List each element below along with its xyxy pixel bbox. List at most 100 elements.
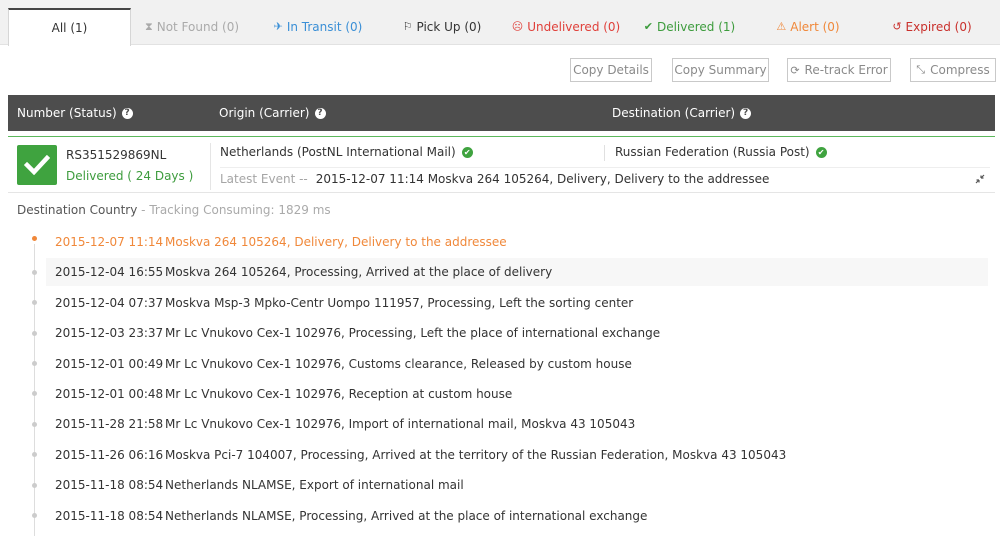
timeline-dot [32,422,37,427]
timeline-event: 2015-12-04 07:37 Moskva Msp-3 Mpko-Centr… [46,289,988,317]
destination-country-heading: Destination Country - Tracking Consuming… [17,203,331,217]
tab-not-found[interactable]: ⧗ Not Found (0) [131,8,253,45]
timeline-event: 2015-12-01 00:49 Mr Lc Vnukovo Cex-1 102… [46,350,988,378]
tab-delivered-label: Delivered (1) [656,19,736,34]
help-icon[interactable]: ? [314,107,326,119]
timeline-event: 2015-11-28 21:58 Mr Lc Vnukovo Cex-1 102… [46,410,988,438]
copy-summary-button[interactable]: Copy Summary [672,58,769,82]
timeline-event: 2015-12-03 23:37 Mr Lc Vnukovo Cex-1 102… [46,319,988,347]
separator: - [137,203,150,217]
event-description: Mr Lc Vnukovo Cex-1 102976, Import of in… [165,417,636,431]
timeline-event: 2015-11-26 06:16 Moskva Pci-7 104007, Pr… [46,441,988,469]
tracking-consuming: Tracking Consuming: 1829 ms [149,203,331,217]
tab-expired-label: Expired (0) [905,19,972,34]
event-date: 2015-12-04 07:37 [55,296,164,310]
event-description: Moskva 264 105264, Delivery, Delivery to… [165,235,507,249]
tab-all-label: All (1) [51,21,88,35]
latest-event-value: 2015-12-07 11:14 Moskva 264 105264, Deli… [315,172,770,186]
tracking-number[interactable]: RS351529869NL [66,148,166,162]
event-date: 2015-11-18 08:54 [55,509,164,523]
tracking-record[interactable]: RS351529869NL Delivered ( 24 Days ) Neth… [8,136,995,193]
origin-carrier: Netherlands (PostNL International Mail) … [220,145,473,159]
event-date: 2015-11-28 21:58 [55,417,164,431]
event-date: 2015-12-07 11:14 [55,235,164,249]
event-description: Mr Lc Vnukovo Cex-1 102976, Customs clea… [165,357,632,371]
latest-event-label: Latest Event -- [220,172,308,186]
destination-country-label: Destination Country [17,203,138,217]
table-header: Number (Status) ? Origin (Carrier) ? Des… [8,95,995,131]
copy-summary-label: Copy Summary [674,63,767,77]
copy-details-label: Copy Details [573,63,649,77]
timeline-event: 2015-12-07 11:14 Moskva 264 105264, Deli… [46,228,988,256]
header-destination-label: Destination (Carrier) [612,106,736,120]
sad-face-icon: ☹ [511,20,524,33]
refresh-icon: ⟳ [790,63,800,77]
retrack-error-button[interactable]: ⟳ Re-track Error [787,58,891,82]
tab-alert-label: Alert (0) [790,19,840,34]
event-description: Mr Lc Vnukovo Cex-1 102976, Reception at… [165,387,513,401]
event-description: Moskva Msp-3 Mpko-Centr Uompo 111957, Pr… [165,296,634,310]
help-icon[interactable]: ? [121,107,133,119]
history-icon: ↺ [892,20,902,33]
divider [210,143,211,190]
flag-icon: ⚐ [402,20,413,33]
collapse-icon[interactable] [975,174,985,184]
retrack-error-label: Re-track Error [804,63,888,77]
event-date: 2015-12-03 23:37 [55,326,164,340]
timeline-event: 2015-11-18 08:54 Netherlands NLAMSE, Exp… [46,471,988,499]
timeline-dot [32,361,37,366]
timeline-line [34,244,35,536]
plane-icon: ✈ [273,20,283,33]
timeline-dot [32,391,37,396]
help-icon[interactable]: ? [740,107,752,119]
tab-undelivered-label: Undelivered (0) [527,19,621,34]
status-tab-bar: All (1) ⧗ Not Found (0) ✈ In Transit (0)… [0,0,1000,46]
copy-details-button[interactable]: Copy Details [570,58,652,82]
verified-icon: ✔ [815,146,827,158]
timeline-dot [32,236,37,241]
check-icon: ✔ [643,20,653,33]
event-date: 2015-12-01 00:49 [55,357,164,371]
event-description: Netherlands NLAMSE, Export of internatio… [165,478,464,492]
verified-icon: ✔ [461,146,473,158]
header-number: Number (Status) ? [17,95,133,131]
tab-all[interactable]: All (1) [8,8,131,46]
destination-carrier: Russian Federation (Russia Post) ✔ [615,145,827,159]
tab-not-found-label: Not Found (0) [156,19,240,34]
tab-delivered[interactable]: ✔ Delivered (1) [631,8,748,45]
timeline-dot [32,300,37,305]
header-origin: Origin (Carrier) ? [219,95,326,131]
compress-label: Compress [930,63,990,77]
tab-undelivered[interactable]: ☹ Undelivered (0) [501,8,631,45]
timeline-dot [32,483,37,488]
origin-carrier-label: Netherlands (PostNL International Mail) [220,145,456,159]
latest-event: Latest Event -- 2015-12-07 11:14 Moskva … [220,172,769,186]
timeline-event: 2015-11-18 08:54 Netherlands NLAMSE, Pro… [46,502,988,530]
hourglass-icon: ⧗ [144,19,153,33]
header-destination: Destination (Carrier) ? [612,95,752,131]
delivery-status: Delivered ( 24 Days ) [66,169,194,183]
event-date: 2015-12-04 16:55 [55,265,164,279]
timeline-dot [32,331,37,336]
destination-carrier-label: Russian Federation (Russia Post) [615,145,810,159]
divider [604,145,605,161]
timeline-dot [32,270,37,275]
header-number-label: Number (Status) [17,106,117,120]
tab-alert[interactable]: ⚠ Alert (0) [748,8,868,45]
timeline-event: 2015-12-04 16:55 Moskva 264 105264, Proc… [46,258,988,286]
tab-in-transit[interactable]: ✈ In Transit (0) [253,8,383,45]
timeline-event: 2015-12-01 00:48 Mr Lc Vnukovo Cex-1 102… [46,380,988,408]
delivered-check-icon[interactable] [17,145,57,185]
event-description: Netherlands NLAMSE, Processing, Arrived … [165,509,648,523]
timeline-dot [32,513,37,518]
compress-button[interactable]: ⤡ Compress [910,58,996,82]
event-description: Mr Lc Vnukovo Cex-1 102976, Processing, … [165,326,661,340]
timeline-dot [32,452,37,457]
event-description: Moskva 264 105264, Processing, Arrived a… [165,265,553,279]
tab-in-transit-label: In Transit (0) [286,19,363,34]
tab-pick-up[interactable]: ⚐ Pick Up (0) [383,8,501,45]
event-description: Moskva Pci-7 104007, Processing, Arrived… [165,448,787,462]
header-origin-label: Origin (Carrier) [219,106,310,120]
tab-expired[interactable]: ↺ Expired (0) [868,8,996,45]
event-date: 2015-11-18 08:54 [55,478,164,492]
